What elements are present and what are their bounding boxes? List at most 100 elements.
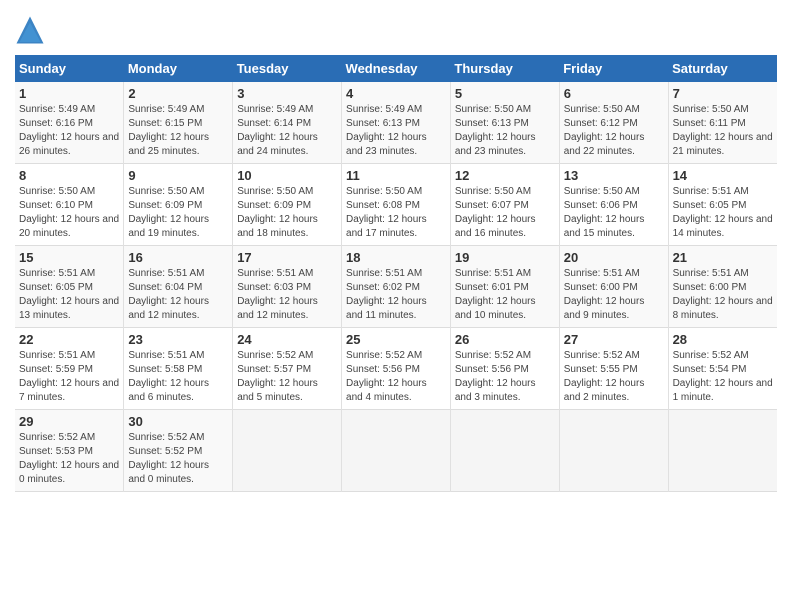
- calendar-cell: 16 Sunrise: 5:51 AMSunset: 6:04 PMDayligh…: [124, 246, 233, 328]
- calendar-header-row: SundayMondayTuesdayWednesdayThursdayFrid…: [15, 55, 777, 82]
- calendar-cell: 22 Sunrise: 5:51 AMSunset: 5:59 PMDayligh…: [15, 328, 124, 410]
- calendar-cell: 13Sunrise: 5:50 AMSunset: 6:06 PMDayligh…: [559, 164, 668, 246]
- day-info: Sunrise: 5:49 AMSunset: 6:14 PMDaylight:…: [237, 103, 337, 159]
- page-header: [15, 15, 777, 45]
- day-number: 17: [237, 250, 337, 265]
- calendar-cell: 4 Sunrise: 5:49 AMSunset: 6:13 PMDaylight…: [342, 82, 451, 164]
- day-info: Sunrise: 5:51 AMSunset: 6:01 PMDaylight:…: [455, 267, 555, 323]
- header-monday: Monday: [124, 55, 233, 82]
- calendar-cell: 17 Sunrise: 5:51 AMSunset: 6:03 PMDayligh…: [233, 246, 342, 328]
- calendar-cell: 10Sunrise: 5:50 AMSunset: 6:09 PMDayligh…: [233, 164, 342, 246]
- day-info: Sunrise: 5:50 AMSunset: 6:09 PMDaylight:…: [128, 185, 228, 241]
- header-friday: Friday: [559, 55, 668, 82]
- day-number: 28: [673, 332, 773, 347]
- calendar-cell: 26 Sunrise: 5:52 AMSunset: 5:56 PMDayligh…: [450, 328, 559, 410]
- day-info: Sunrise: 5:50 AMSunset: 6:13 PMDaylight:…: [455, 103, 555, 159]
- day-info: Sunrise: 5:51 AMSunset: 6:05 PMDaylight:…: [673, 185, 773, 241]
- day-info: Sunrise: 5:52 AMSunset: 5:57 PMDaylight:…: [237, 349, 337, 405]
- day-number: 11: [346, 168, 446, 183]
- calendar-cell: 18 Sunrise: 5:51 AMSunset: 6:02 PMDayligh…: [342, 246, 451, 328]
- day-number: 24: [237, 332, 337, 347]
- day-number: 19: [455, 250, 555, 265]
- day-info: Sunrise: 5:52 AMSunset: 5:56 PMDaylight:…: [346, 349, 446, 405]
- calendar-cell: 12 Sunrise: 5:50 AMSunset: 6:07 PMDayligh…: [450, 164, 559, 246]
- calendar-cell: 23Sunrise: 5:51 AMSunset: 5:58 PMDayligh…: [124, 328, 233, 410]
- header-sunday: Sunday: [15, 55, 124, 82]
- day-info: Sunrise: 5:51 AMSunset: 6:05 PMDaylight:…: [19, 267, 119, 323]
- day-number: 27: [564, 332, 664, 347]
- day-info: Sunrise: 5:51 AMSunset: 5:59 PMDaylight:…: [19, 349, 119, 405]
- day-number: 26: [455, 332, 555, 347]
- day-info: Sunrise: 5:52 AMSunset: 5:55 PMDaylight:…: [564, 349, 664, 405]
- day-info: Sunrise: 5:51 AMSunset: 6:03 PMDaylight:…: [237, 267, 337, 323]
- logo: [15, 15, 49, 45]
- calendar-table: SundayMondayTuesdayWednesdayThursdayFrid…: [15, 55, 777, 492]
- calendar-cell: [450, 410, 559, 492]
- day-info: Sunrise: 5:52 AMSunset: 5:52 PMDaylight:…: [128, 431, 228, 487]
- day-info: Sunrise: 5:49 AMSunset: 6:16 PMDaylight:…: [19, 103, 119, 159]
- day-info: Sunrise: 5:50 AMSunset: 6:09 PMDaylight:…: [237, 185, 337, 241]
- day-number: 14: [673, 168, 773, 183]
- day-number: 22: [19, 332, 119, 347]
- calendar-cell: 21 Sunrise: 5:51 AMSunset: 6:00 PMDayligh…: [668, 246, 777, 328]
- week-row-4: 22 Sunrise: 5:51 AMSunset: 5:59 PMDayligh…: [15, 328, 777, 410]
- day-info: Sunrise: 5:50 AMSunset: 6:11 PMDaylight:…: [673, 103, 773, 159]
- day-info: Sunrise: 5:49 AMSunset: 6:13 PMDaylight:…: [346, 103, 446, 159]
- day-number: 16: [128, 250, 228, 265]
- calendar-cell: [668, 410, 777, 492]
- day-info: Sunrise: 5:51 AMSunset: 6:02 PMDaylight:…: [346, 267, 446, 323]
- calendar-cell: 14 Sunrise: 5:51 AMSunset: 6:05 PMDayligh…: [668, 164, 777, 246]
- week-row-3: 15Sunrise: 5:51 AMSunset: 6:05 PMDayligh…: [15, 246, 777, 328]
- day-info: Sunrise: 5:52 AMSunset: 5:54 PMDaylight:…: [673, 349, 773, 405]
- calendar-cell: [342, 410, 451, 492]
- day-number: 30: [128, 414, 228, 429]
- day-number: 3: [237, 86, 337, 101]
- day-info: Sunrise: 5:52 AMSunset: 5:53 PMDaylight:…: [19, 431, 119, 487]
- calendar-cell: 29 Sunrise: 5:52 AMSunset: 5:53 PMDayligh…: [15, 410, 124, 492]
- calendar-cell: 6 Sunrise: 5:50 AMSunset: 6:12 PMDaylight…: [559, 82, 668, 164]
- calendar-cell: [233, 410, 342, 492]
- header-tuesday: Tuesday: [233, 55, 342, 82]
- day-number: 21: [673, 250, 773, 265]
- header-saturday: Saturday: [668, 55, 777, 82]
- calendar-cell: 9 Sunrise: 5:50 AMSunset: 6:09 PMDaylight…: [124, 164, 233, 246]
- day-info: Sunrise: 5:50 AMSunset: 6:07 PMDaylight:…: [455, 185, 555, 241]
- week-row-1: 1 Sunrise: 5:49 AMSunset: 6:16 PMDaylight…: [15, 82, 777, 164]
- day-info: Sunrise: 5:51 AMSunset: 6:00 PMDaylight:…: [673, 267, 773, 323]
- day-info: Sunrise: 5:51 AMSunset: 6:04 PMDaylight:…: [128, 267, 228, 323]
- day-number: 18: [346, 250, 446, 265]
- calendar-cell: 2Sunrise: 5:49 AMSunset: 6:15 PMDaylight…: [124, 82, 233, 164]
- calendar-cell: 24 Sunrise: 5:52 AMSunset: 5:57 PMDayligh…: [233, 328, 342, 410]
- day-number: 12: [455, 168, 555, 183]
- calendar-cell: 27 Sunrise: 5:52 AMSunset: 5:55 PMDayligh…: [559, 328, 668, 410]
- calendar-cell: 19 Sunrise: 5:51 AMSunset: 6:01 PMDayligh…: [450, 246, 559, 328]
- calendar-cell: 25 Sunrise: 5:52 AMSunset: 5:56 PMDayligh…: [342, 328, 451, 410]
- day-info: Sunrise: 5:50 AMSunset: 6:12 PMDaylight:…: [564, 103, 664, 159]
- day-info: Sunrise: 5:51 AMSunset: 5:58 PMDaylight:…: [128, 349, 228, 405]
- calendar-cell: 1 Sunrise: 5:49 AMSunset: 6:16 PMDaylight…: [15, 82, 124, 164]
- day-number: 9: [128, 168, 228, 183]
- header-thursday: Thursday: [450, 55, 559, 82]
- day-number: 1: [19, 86, 119, 101]
- day-number: 5: [455, 86, 555, 101]
- calendar-cell: 3 Sunrise: 5:49 AMSunset: 6:14 PMDaylight…: [233, 82, 342, 164]
- day-info: Sunrise: 5:52 AMSunset: 5:56 PMDaylight:…: [455, 349, 555, 405]
- calendar-cell: 5 Sunrise: 5:50 AMSunset: 6:13 PMDaylight…: [450, 82, 559, 164]
- calendar-cell: 15Sunrise: 5:51 AMSunset: 6:05 PMDayligh…: [15, 246, 124, 328]
- day-number: 6: [564, 86, 664, 101]
- calendar-cell: [559, 410, 668, 492]
- calendar-cell: 30 Sunrise: 5:52 AMSunset: 5:52 PMDayligh…: [124, 410, 233, 492]
- week-row-2: 8Sunrise: 5:50 AMSunset: 6:10 PMDaylight…: [15, 164, 777, 246]
- day-number: 29: [19, 414, 119, 429]
- day-number: 20: [564, 250, 664, 265]
- day-info: Sunrise: 5:49 AMSunset: 6:15 PMDaylight:…: [128, 103, 228, 159]
- day-number: 4: [346, 86, 446, 101]
- week-row-5: 29 Sunrise: 5:52 AMSunset: 5:53 PMDayligh…: [15, 410, 777, 492]
- calendar-cell: 20Sunrise: 5:51 AMSunset: 6:00 PMDayligh…: [559, 246, 668, 328]
- day-number: 13: [564, 168, 664, 183]
- day-number: 25: [346, 332, 446, 347]
- calendar-cell: 8Sunrise: 5:50 AMSunset: 6:10 PMDaylight…: [15, 164, 124, 246]
- calendar-cell: 28 Sunrise: 5:52 AMSunset: 5:54 PMDayligh…: [668, 328, 777, 410]
- header-wednesday: Wednesday: [342, 55, 451, 82]
- calendar-cell: 11Sunrise: 5:50 AMSunset: 6:08 PMDayligh…: [342, 164, 451, 246]
